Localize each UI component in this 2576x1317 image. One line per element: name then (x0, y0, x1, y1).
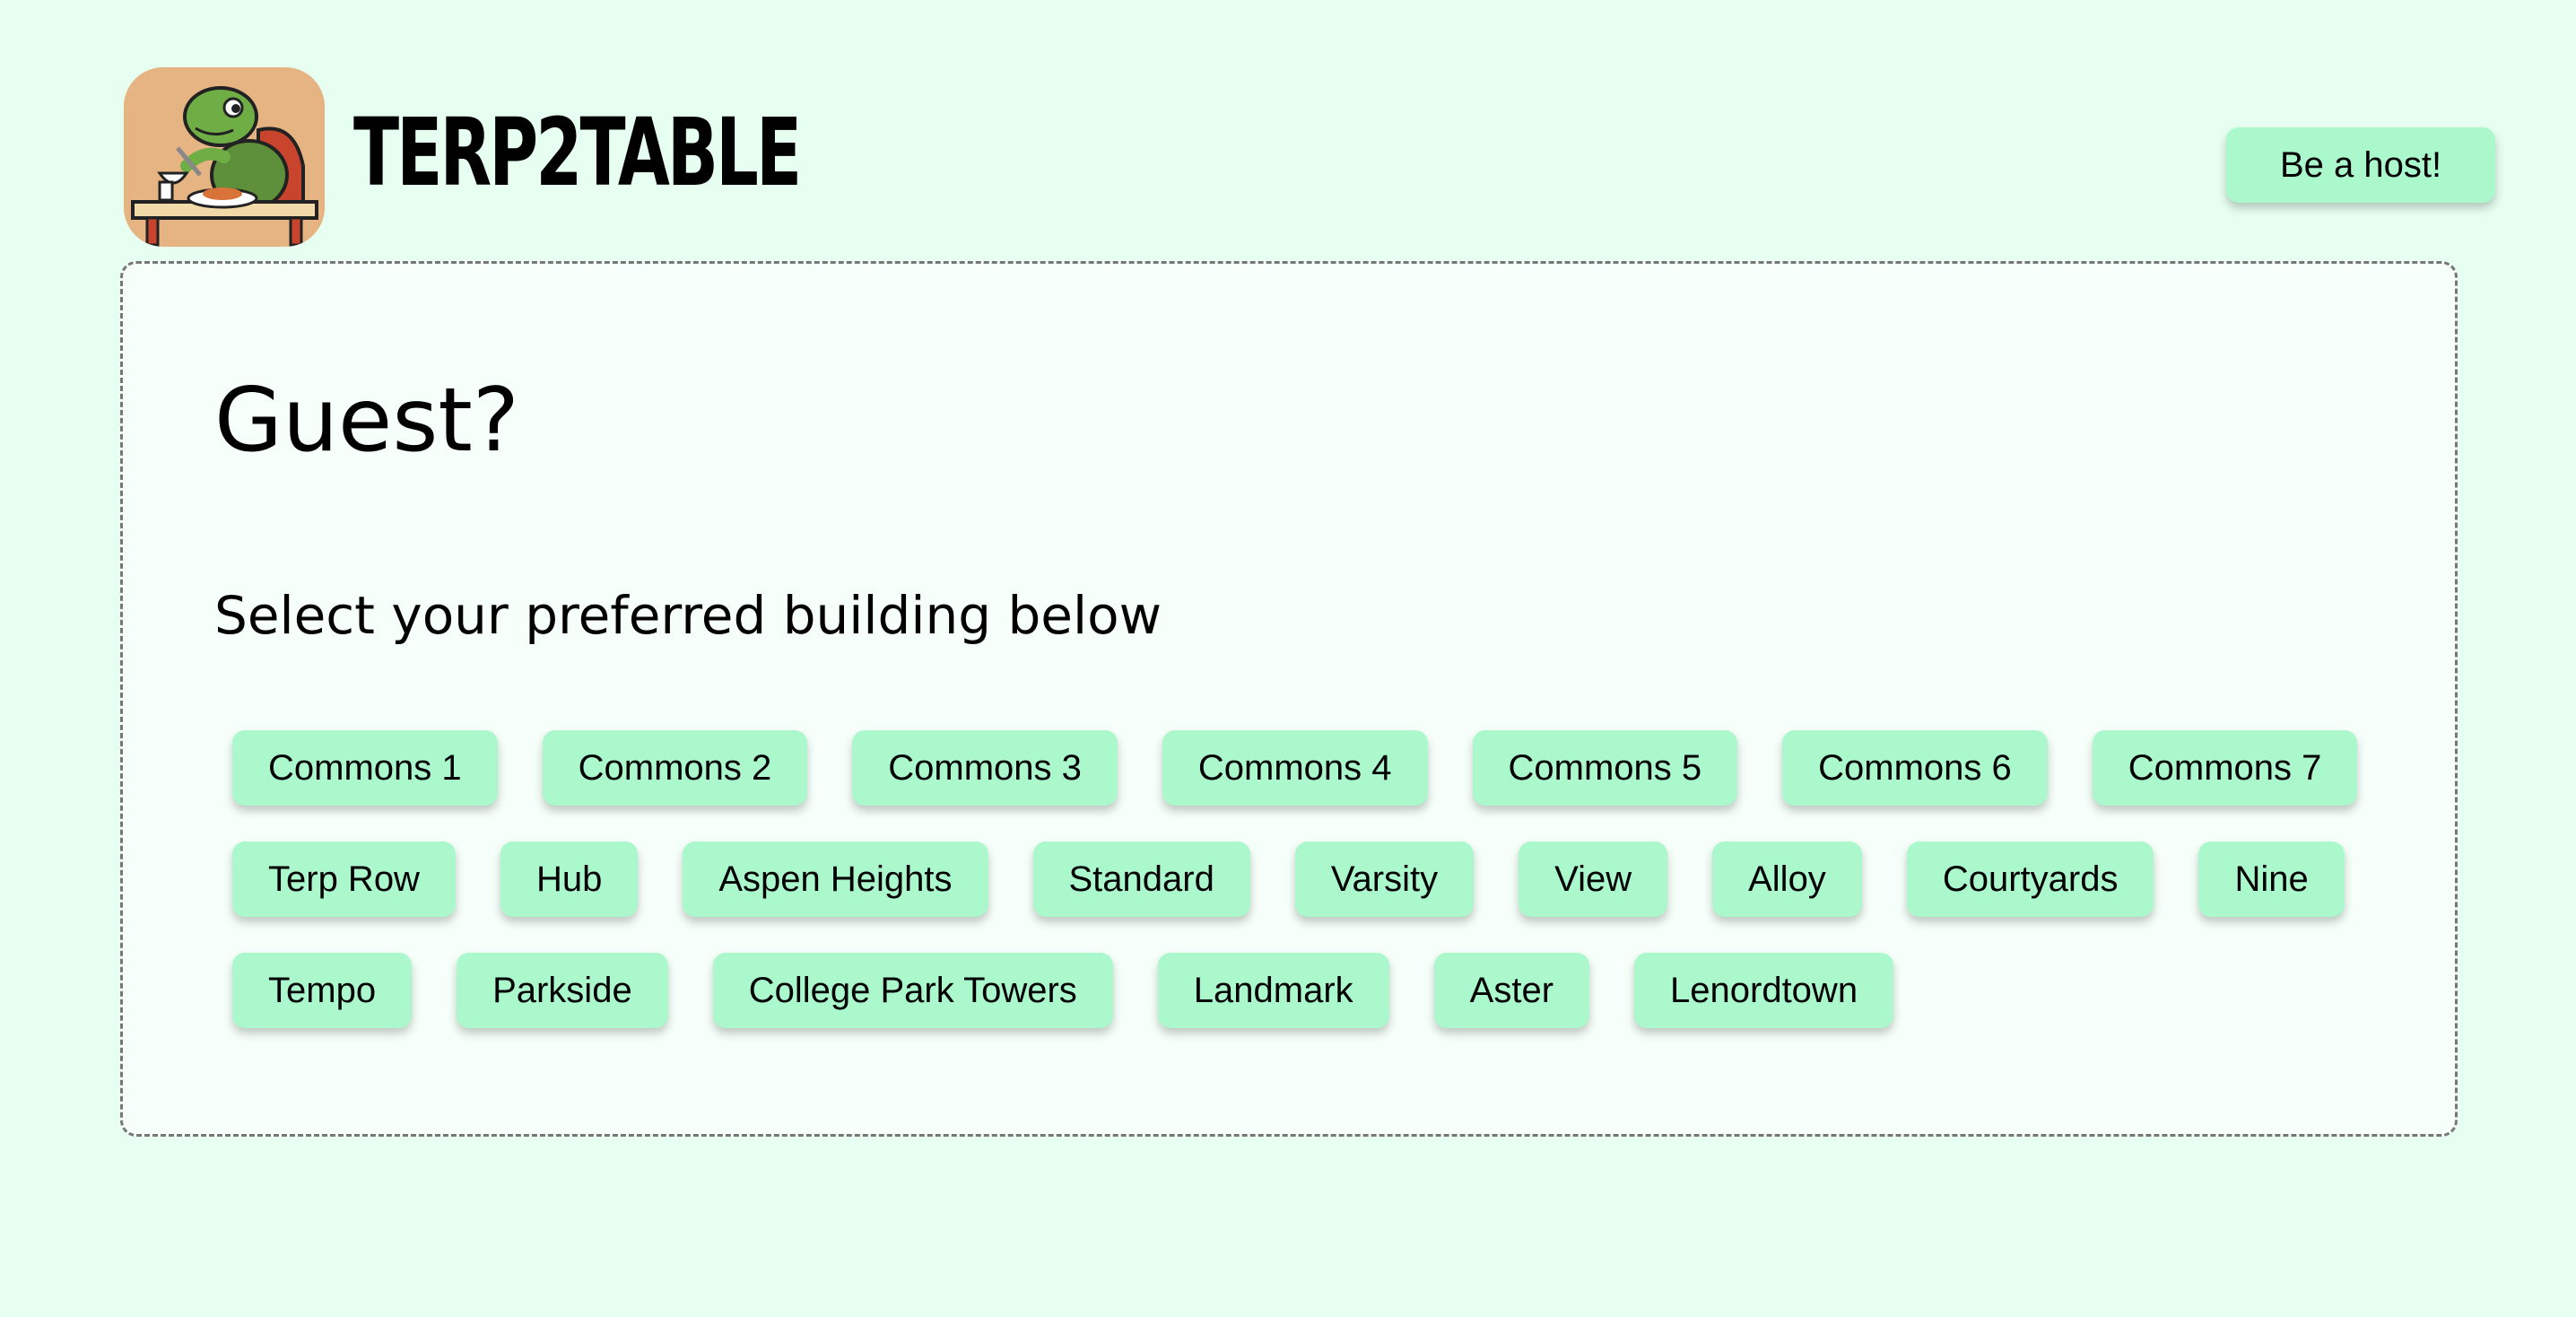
building-row: Terp Row Hub Aspen Heights Standard Vars… (232, 842, 2403, 917)
building-button-commons-6[interactable]: Commons 6 (1782, 730, 2048, 806)
building-button-commons-1[interactable]: Commons 1 (232, 730, 498, 806)
building-button-alloy[interactable]: Alloy (1712, 842, 1862, 917)
building-row: Commons 1 Commons 2 Commons 3 Commons 4 … (232, 730, 2403, 806)
page-subtitle: Select your preferred building below (214, 585, 1162, 646)
building-button-landmark[interactable]: Landmark (1157, 953, 1389, 1028)
building-row: Tempo Parkside College Park Towers Landm… (232, 953, 2403, 1028)
brand-title: TERP2TABLE (353, 98, 802, 207)
building-button-view[interactable]: View (1519, 842, 1668, 917)
page-title: Guest? (214, 370, 519, 472)
building-options: Commons 1 Commons 2 Commons 3 Commons 4 … (232, 730, 2403, 1064)
building-button-hub[interactable]: Hub (500, 842, 639, 917)
building-button-nine[interactable]: Nine (2198, 842, 2345, 917)
building-button-standard[interactable]: Standard (1032, 842, 1250, 917)
building-button-commons-5[interactable]: Commons 5 (1472, 730, 1738, 806)
building-button-college-park-towers[interactable]: College Park Towers (712, 953, 1113, 1028)
building-button-tempo[interactable]: Tempo (232, 953, 413, 1028)
building-button-aster[interactable]: Aster (1433, 953, 1590, 1028)
building-button-lenordtown[interactable]: Lenordtown (1634, 953, 1894, 1028)
building-button-commons-4[interactable]: Commons 4 (1162, 730, 1428, 806)
building-button-commons-2[interactable]: Commons 2 (542, 730, 808, 806)
guest-panel: Guest? Select your preferred building be… (120, 261, 2458, 1137)
building-button-varsity[interactable]: Varsity (1294, 842, 1475, 917)
building-button-commons-7[interactable]: Commons 7 (2092, 730, 2358, 806)
building-button-commons-3[interactable]: Commons 3 (852, 730, 1118, 806)
building-button-parkside[interactable]: Parkside (457, 953, 668, 1028)
building-button-courtyards[interactable]: Courtyards (1906, 842, 2154, 917)
be-a-host-button[interactable]: Be a host! (2226, 127, 2495, 203)
turtle-dining-logo-icon (124, 67, 325, 247)
building-button-aspen-heights[interactable]: Aspen Heights (683, 842, 988, 917)
building-button-terp-row[interactable]: Terp Row (232, 842, 456, 917)
